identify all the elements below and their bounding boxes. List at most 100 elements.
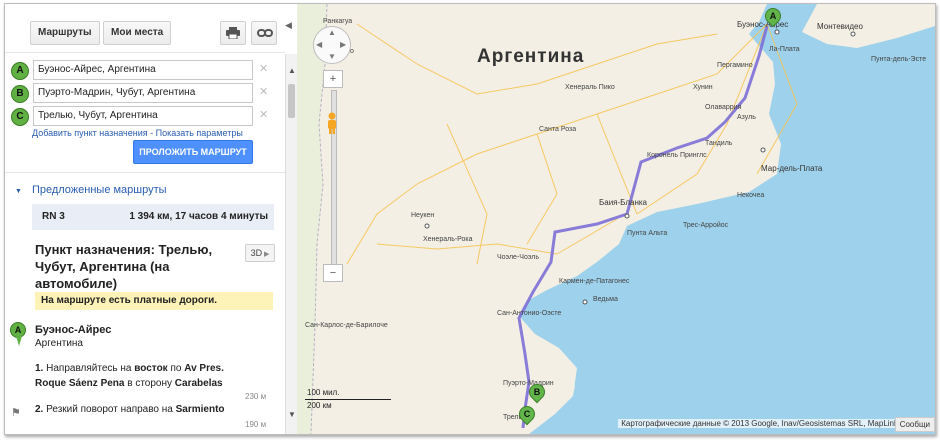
step-1-text-c: в сторону	[124, 378, 175, 389]
map-place-label: Олаваррия	[705, 104, 742, 111]
map-place-label: Кармен-де-Патагонес	[559, 278, 630, 285]
remove-a-icon[interactable]: ✕	[259, 62, 268, 75]
step-1-direction: восток	[134, 363, 168, 374]
map-place-label: Сан-Карлос-де-Барилоче	[305, 322, 388, 329]
map-place-label: Коронель Принглс	[647, 152, 707, 159]
my-places-button[interactable]: Мои места	[103, 21, 172, 45]
map-place-label: Сан-Антонио-Оэсте	[497, 310, 562, 317]
map-place-label: Азуль	[737, 114, 756, 121]
map-place-label: Хунин	[693, 84, 713, 91]
marker-a-icon: A	[11, 62, 29, 80]
map-place-label: Трес-Арройос	[683, 222, 729, 229]
map-place-label: Хенераль-Рока	[423, 236, 473, 243]
get-directions-button[interactable]: ПРОЛОЖИТЬ МАРШРУТ	[133, 140, 253, 164]
map-copyright: Картографические данные © 2013 Google, I…	[618, 419, 901, 428]
link-button[interactable]	[251, 21, 277, 45]
waypoint-input[interactable]: Пуэрто-Мадрин, Чубут, Аргентина	[33, 83, 253, 103]
remove-c-icon[interactable]: ✕	[259, 108, 268, 121]
scale-miles: 100 мил.	[307, 388, 340, 397]
scale-km: 200 км	[307, 401, 332, 410]
map-place-label: Баия-Бланка	[599, 198, 647, 207]
waypoint-a: A Буэнос-Айрес, Аргентина ✕	[11, 60, 271, 80]
pan-control[interactable]: ▲ ◀ ▶ ▼	[313, 26, 351, 64]
step-2-street: Sarmiento	[175, 404, 225, 415]
map-canvas	[297, 4, 935, 434]
suggested-routes-title: Предложенные маршруты	[31, 184, 167, 196]
scale-bar-km	[305, 399, 391, 400]
step-1-text-a: Направляйтесь на	[46, 363, 135, 374]
street-view-pegman-icon[interactable]	[325, 112, 339, 134]
pan-left-icon[interactable]: ◀	[316, 40, 322, 49]
marker-b-icon: B	[11, 85, 29, 103]
map-scale: 100 мил. 200 км	[305, 388, 395, 412]
print-icon	[226, 27, 240, 40]
step-1-distance: 230 м	[245, 392, 267, 401]
map-place-label: Ла-Плата	[769, 46, 800, 53]
show-options-link[interactable]: Показать параметры	[156, 128, 243, 138]
map-place-label: Чоэле-Чоэль	[497, 254, 539, 261]
map-place-label: Монтевидео	[817, 22, 863, 31]
scroll-down-icon[interactable]: ▼	[288, 410, 296, 419]
report-problem-button[interactable]: Сообщи	[894, 417, 935, 432]
collapse-panel-icon[interactable]: ◀	[285, 20, 292, 31]
toll-notice: На маршруте есть платные дороги.	[35, 292, 273, 310]
waypoint-c: C Трелью, Чубут, Аргентина ✕	[11, 106, 271, 126]
step-1-toward: Carabelas	[174, 378, 223, 389]
origin-input[interactable]: Буэнос-Айрес, Аргентина	[33, 60, 253, 80]
map-view[interactable]: Аргентина Ранкагуа Куричо Буэнос-Айрес М…	[297, 4, 935, 434]
divider	[5, 172, 285, 173]
map-place-label: Ведьма	[593, 296, 618, 303]
route-name: RN 3	[42, 211, 65, 222]
pan-right-icon[interactable]: ▶	[340, 40, 346, 49]
waypoint-b: B Пуэрто-Мадрин, Чубут, Аргентина ✕	[11, 83, 271, 103]
remove-b-icon[interactable]: ✕	[259, 85, 268, 98]
step-2[interactable]: 2. Резкий поворот направо на Sarmiento	[35, 402, 235, 417]
destination-input[interactable]: Трелью, Чубут, Аргентина	[33, 106, 253, 126]
turn-flag-icon: ⚑	[11, 407, 21, 419]
step-1[interactable]: 1. Направляйтесь на восток по Av Pres. R…	[35, 361, 235, 391]
route-summary: 1 394 км, 17 часов 4 минуты	[129, 211, 268, 222]
map-place-label: Пунта Альта	[627, 230, 668, 237]
waypoint-links: Добавить пункт назначения - Показать пар…	[32, 128, 243, 138]
routes-button[interactable]: Маршруты	[30, 21, 100, 45]
pan-up-icon[interactable]: ▲	[328, 28, 336, 37]
link-icon	[257, 29, 273, 37]
zoom-in-button[interactable]: +	[323, 70, 343, 88]
view-3d-button[interactable]: 3D ▶	[245, 244, 275, 262]
suggested-routes-header[interactable]: ▼ Предложенные маршруты	[15, 184, 167, 196]
collapse-triangle-icon: ▼	[15, 188, 22, 195]
scrollbar-thumb[interactable]	[288, 84, 295, 118]
scroll-up-icon[interactable]: ▲	[288, 66, 296, 75]
step-2-number: 2.	[35, 404, 44, 415]
start-country: Аргентина	[35, 338, 83, 349]
map-place-label: Некочеа	[737, 192, 765, 199]
sidebar: Маршруты Мои места A Буэнос-Айрес, Арген…	[5, 4, 285, 434]
sidebar-toolbar: Маршруты Мои места	[5, 4, 285, 53]
print-button[interactable]	[220, 21, 246, 45]
start-name: Буэнос-Айрес	[35, 324, 112, 336]
map-place-label: Санта Роза	[539, 126, 577, 133]
step-2-text: Резкий поворот направо на	[46, 404, 176, 415]
map-place-label: Неукен	[411, 212, 435, 219]
marker-c-icon: C	[11, 108, 29, 126]
view-3d-label: 3D	[250, 248, 263, 258]
map-place-label: Тандиль	[705, 140, 733, 147]
destination-title: Пункт назначения: Трелью, Чубут, Аргенти…	[35, 242, 213, 291]
route-option[interactable]: RN 3 1 394 км, 17 часов 4 минуты	[32, 204, 274, 230]
zoom-out-button[interactable]: −	[323, 264, 343, 282]
map-place-label: Пунта-дель-Эсте	[871, 56, 927, 63]
start-marker-icon: A	[10, 322, 26, 346]
pan-down-icon[interactable]: ▼	[328, 52, 336, 61]
map-place-label: Ранкагуа	[323, 18, 353, 25]
links-separator: -	[150, 128, 154, 138]
app-window: Маршруты Мои места A Буэнос-Айрес, Арген…	[4, 3, 936, 435]
step-2-distance: 190 м	[245, 420, 267, 429]
step-1-number: 1.	[35, 363, 44, 374]
play-icon: ▶	[262, 251, 270, 258]
map-place-label: Буэнос-Айрес	[737, 20, 789, 29]
add-destination-link[interactable]: Добавить пункт назначения	[32, 128, 148, 138]
map-place-label: Хенераль Пико	[565, 84, 615, 91]
map-place-label: Пергамино	[717, 62, 753, 69]
step-1-text-b: по	[167, 363, 185, 374]
map-place-label: Пуэрто-Мадрин	[503, 380, 554, 387]
